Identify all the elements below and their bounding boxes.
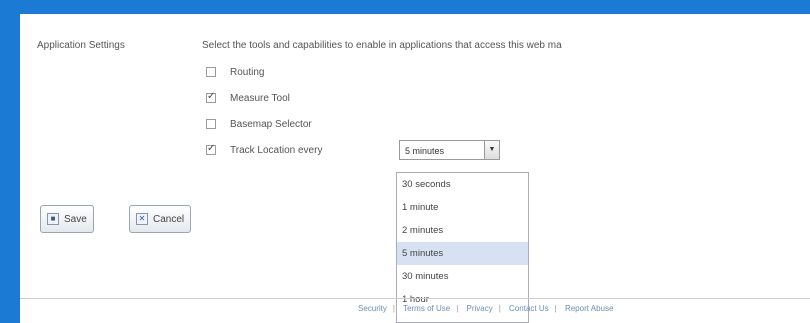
dropdown-option[interactable]: 1 minute (397, 196, 528, 219)
save-button[interactable]: ■ Save (40, 205, 94, 233)
dropdown-option[interactable]: 2 minutes (397, 219, 528, 242)
cancel-label: Cancel (153, 213, 185, 225)
track-location-checkbox[interactable] (206, 143, 216, 155)
section-label: Application Settings (37, 40, 125, 51)
footer-link-contact[interactable]: Contact Us (509, 304, 549, 313)
option-routing[interactable]: Routing (206, 65, 264, 79)
measure-tool-checkbox[interactable] (206, 91, 216, 103)
dropdown-option-selected[interactable]: 5 minutes (397, 242, 528, 265)
footer-link-terms[interactable]: Terms of Use (403, 304, 450, 313)
interval-dropdown: 30 seconds 1 minute 2 minutes 5 minutes … (396, 172, 529, 323)
option-label: Track Location every (230, 144, 323, 156)
option-label: Measure Tool (230, 92, 290, 104)
chevron-down-icon[interactable]: ▼ (485, 140, 500, 160)
option-label: Routing (230, 66, 265, 78)
dropdown-option[interactable]: 30 minutes (397, 265, 528, 288)
dropdown-option[interactable]: 30 seconds (397, 173, 528, 196)
footer-link-security[interactable]: Security (358, 304, 387, 313)
option-measure-tool[interactable]: Measure Tool (206, 91, 290, 105)
footer-links: Security | Terms of Use | Privacy | Contact… (358, 304, 614, 313)
instructions-text: Select the tools and capabilities to ena… (202, 40, 562, 51)
footer-divider (20, 298, 810, 299)
option-label: Basemap Selector (230, 118, 312, 130)
interval-select[interactable]: 5 minutes ▼ (399, 138, 505, 162)
save-icon: ■ (47, 213, 59, 225)
save-label: Save (64, 213, 87, 225)
settings-panel: Application Settings Select the tools an… (20, 14, 810, 323)
basemap-selector-checkbox[interactable] (206, 119, 216, 129)
option-track-location[interactable]: Track Location every (206, 143, 322, 157)
cancel-icon: ✕ (136, 213, 148, 225)
footer-link-report-abuse[interactable]: Report Abuse (565, 304, 613, 313)
option-basemap-selector[interactable]: Basemap Selector (206, 117, 312, 131)
routing-checkbox[interactable] (206, 67, 216, 77)
interval-select-value[interactable]: 5 minutes (399, 140, 485, 160)
footer-link-privacy[interactable]: Privacy (467, 304, 493, 313)
cancel-button[interactable]: ✕ Cancel (129, 205, 192, 233)
